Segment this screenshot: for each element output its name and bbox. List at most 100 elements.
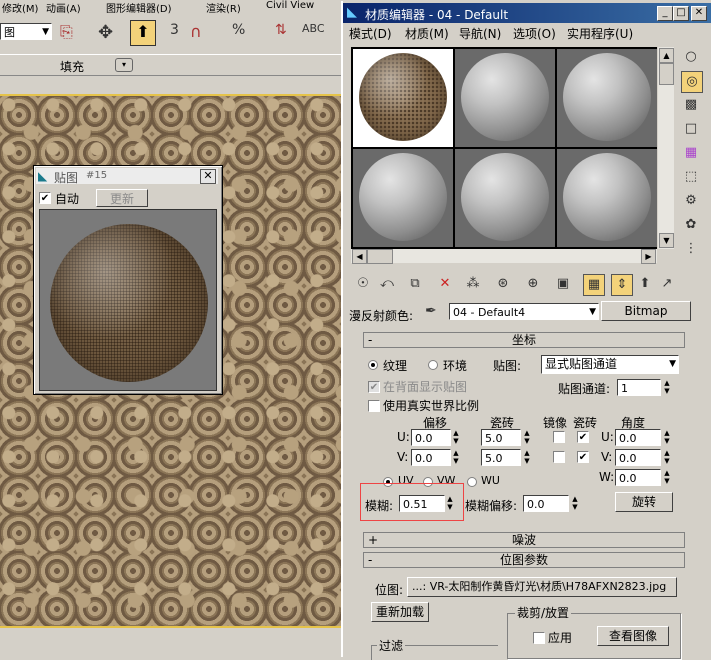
material-name-dropdown[interactable]: 04 - Default4 ▼ (449, 303, 599, 320)
bitmap-type-button[interactable]: Bitmap (601, 301, 691, 321)
go-to-parent-icon[interactable]: ⬆ (635, 274, 655, 294)
real-world-scale-checkbox[interactable] (368, 400, 380, 412)
close-icon[interactable]: ✕ (200, 169, 216, 184)
eyedropper-icon[interactable]: ✒ (425, 303, 437, 319)
update-button[interactable]: 更新 (96, 189, 148, 207)
slot-vertical-scrollbar[interactable]: ▲ ▼ (658, 47, 674, 249)
bitmap-path-button[interactable]: ...: VR-太阳制作黄昏灯光\材质\H78AFXN2823.jpg (407, 577, 677, 597)
scroll-down-icon[interactable]: ▼ (659, 233, 674, 248)
menu-material[interactable]: 材质(M) (405, 25, 449, 42)
bitmap-params-rollout-header[interactable]: - 位图参数 (363, 552, 685, 568)
menu-utilities[interactable]: 实用程序(U) (567, 25, 633, 42)
menu-render[interactable]: 渲染(R) (206, 0, 241, 15)
select-object-icon[interactable]: ⬆ (130, 20, 156, 46)
move-gizmo-icon[interactable]: ✥ (98, 22, 113, 43)
menu-animation[interactable]: 动画(A) (46, 0, 81, 15)
put-to-library-icon[interactable]: ⊕ (523, 274, 543, 294)
background-icon[interactable]: ▩ (681, 95, 701, 115)
copy-material-icon[interactable]: ⁂ (463, 274, 483, 294)
reload-button[interactable]: 重新加载 (371, 602, 429, 622)
maximize-icon[interactable]: □ (673, 6, 689, 21)
auto-checkbox[interactable]: ✔ (39, 192, 51, 204)
u-angle-spinner[interactable]: ▲ ▼ (662, 429, 672, 446)
material-editor-titlebar[interactable]: ◣ 材质编辑器 - 04 - Default _ □ ✕ (343, 3, 711, 23)
spinner-snap-icon[interactable]: ⇅ (275, 22, 287, 38)
v-tiling-spinner[interactable]: ▲ ▼ (522, 449, 532, 466)
close-icon[interactable]: ✕ (691, 6, 707, 21)
percent-snap-icon[interactable]: % (232, 22, 245, 38)
material-slot[interactable] (557, 49, 657, 147)
mapping-dropdown[interactable]: 显式贴图通道 ▼ (541, 355, 679, 374)
show-map-on-back-checkbox[interactable]: ✔ (368, 381, 380, 393)
noise-rollout-header[interactable]: + 噪波 (363, 532, 685, 548)
material-slot[interactable] (353, 49, 453, 147)
go-forward-sibling-icon[interactable]: ↗ (657, 274, 677, 294)
edit-named-selection-icon[interactable]: ABC (302, 22, 325, 35)
v-mirror-checkbox[interactable] (553, 451, 565, 463)
material-slot[interactable] (557, 149, 657, 247)
scroll-thumb[interactable] (367, 249, 393, 264)
material-id-channel-icon[interactable]: ▣ (553, 274, 573, 294)
blur-spinner[interactable]: ▲ ▼ (445, 495, 455, 512)
select-by-material-icon[interactable]: ✿ (681, 215, 701, 235)
show-map-in-viewport-icon[interactable]: ▦ (583, 274, 605, 296)
map-channel-input[interactable]: 1 (617, 379, 661, 396)
assign-material-icon[interactable]: ⧉ (405, 274, 425, 294)
u-offset-spinner[interactable]: ▲ ▼ (451, 429, 461, 446)
blur-offset-input[interactable]: 0.0 (523, 495, 569, 512)
select-link-icon[interactable]: ⎘ (60, 22, 73, 42)
menu-navigation[interactable]: 导航(N) (459, 25, 501, 42)
material-map-navigator-icon[interactable]: ⋮ (681, 239, 701, 259)
put-material-icon[interactable]: ⤺ (377, 274, 397, 294)
w-angle-spinner[interactable]: ▲ ▼ (662, 469, 672, 486)
material-slot[interactable] (455, 149, 555, 247)
material-slot[interactable] (455, 49, 555, 147)
make-preview-icon[interactable]: ⬚ (681, 167, 701, 187)
menu-civil-view[interactable]: Civil View (266, 0, 314, 11)
show-end-result-icon[interactable]: ⇕ (611, 274, 633, 296)
fill-dropdown[interactable]: ▾ (115, 58, 133, 72)
menu-options[interactable]: 选项(O) (513, 25, 556, 42)
map-window-titlebar[interactable]: ◣ 贴图 #15 ✕ (36, 168, 218, 185)
menu-modify[interactable]: 修改(M) (2, 0, 38, 15)
u-offset-input[interactable]: 0.0 (411, 429, 451, 446)
view-image-button[interactable]: 查看图像 (597, 626, 669, 646)
u-tile-checkbox[interactable]: ✔ (577, 431, 589, 443)
sample-uv-tiling-icon[interactable]: □ (681, 119, 701, 139)
u-tiling-input[interactable]: 5.0 (481, 429, 521, 446)
w-angle-input[interactable]: 0.0 (615, 469, 661, 486)
make-unique-icon[interactable]: ⊛ (493, 274, 513, 294)
angle-snap-icon[interactable]: ∩ (190, 22, 202, 41)
coordinates-rollout-header[interactable]: - 坐标 (363, 332, 685, 348)
map-channel-spinner[interactable]: ▲ ▼ (662, 379, 672, 396)
reset-map-icon[interactable]: ✕ (435, 274, 455, 294)
v-tile-checkbox[interactable]: ✔ (577, 451, 589, 463)
scroll-left-icon[interactable]: ◀ (352, 249, 367, 264)
blur-input[interactable]: 0.51 (399, 495, 445, 512)
v-offset-input[interactable]: 0.0 (411, 449, 451, 466)
u-tiling-spinner[interactable]: ▲ ▼ (522, 429, 532, 446)
wu-radio[interactable] (467, 477, 477, 487)
v-angle-spinner[interactable]: ▲ ▼ (662, 449, 672, 466)
rotate-button[interactable]: 旋转 (615, 492, 673, 512)
menu-graph-editor[interactable]: 图形编辑器(D) (106, 0, 172, 15)
scroll-up-icon[interactable]: ▲ (659, 48, 674, 63)
scroll-thumb[interactable] (659, 63, 674, 85)
get-material-icon[interactable]: ☉ (353, 274, 373, 294)
environ-radio[interactable] (428, 360, 438, 370)
backlight-icon[interactable]: ◎ (681, 71, 703, 93)
video-color-check-icon[interactable]: ▦ (681, 143, 701, 163)
material-slot[interactable] (353, 149, 453, 247)
menu-mode[interactable]: 模式(D) (349, 25, 392, 42)
sample-type-icon[interactable]: ○ (681, 47, 701, 67)
blur-offset-spinner[interactable]: ▲ ▼ (570, 495, 580, 512)
toolbar-dropdown[interactable]: 图 ▼ (0, 23, 52, 40)
u-mirror-checkbox[interactable] (553, 431, 565, 443)
options-icon[interactable]: ⚙ (681, 191, 701, 211)
apply-checkbox[interactable] (533, 632, 545, 644)
minimize-icon[interactable]: _ (657, 6, 673, 21)
snap-3-icon[interactable]: 3 (170, 22, 179, 38)
texture-radio[interactable] (368, 360, 378, 370)
v-tiling-input[interactable]: 5.0 (481, 449, 521, 466)
u-angle-input[interactable]: 0.0 (615, 429, 661, 446)
